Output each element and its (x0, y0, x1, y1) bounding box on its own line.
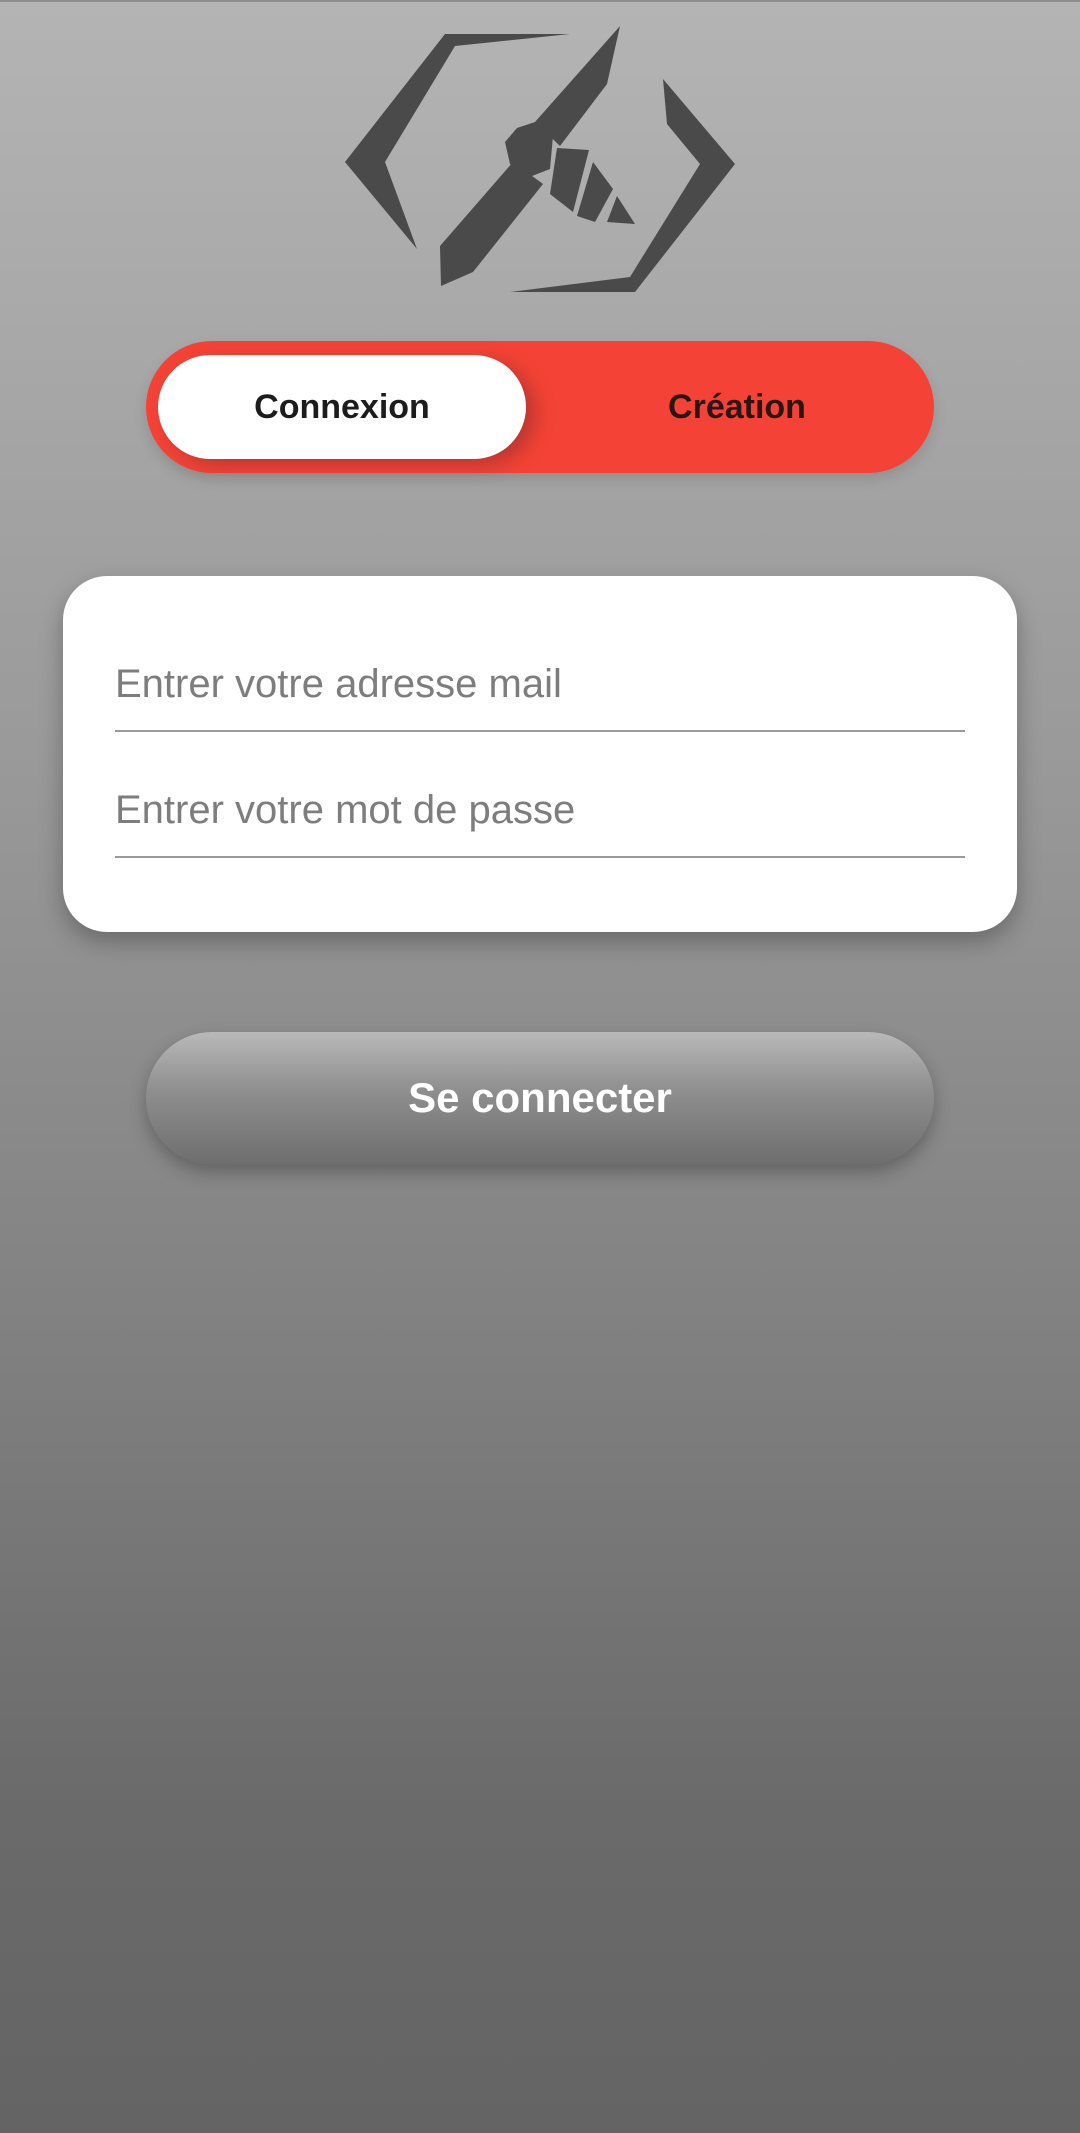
bee-hexagon-logo-icon (345, 24, 735, 294)
login-form-card (63, 576, 1017, 932)
password-input[interactable] (115, 772, 965, 856)
tab-connexion[interactable]: Connexion (158, 355, 526, 459)
top-edge-divider (0, 0, 1080, 2)
email-field (115, 646, 965, 732)
email-input[interactable] (115, 646, 965, 730)
login-button[interactable]: Se connecter (146, 1032, 934, 1164)
password-field (115, 772, 965, 858)
auth-mode-toggle: Connexion Création (146, 341, 934, 473)
tab-creation[interactable]: Création (540, 341, 934, 473)
